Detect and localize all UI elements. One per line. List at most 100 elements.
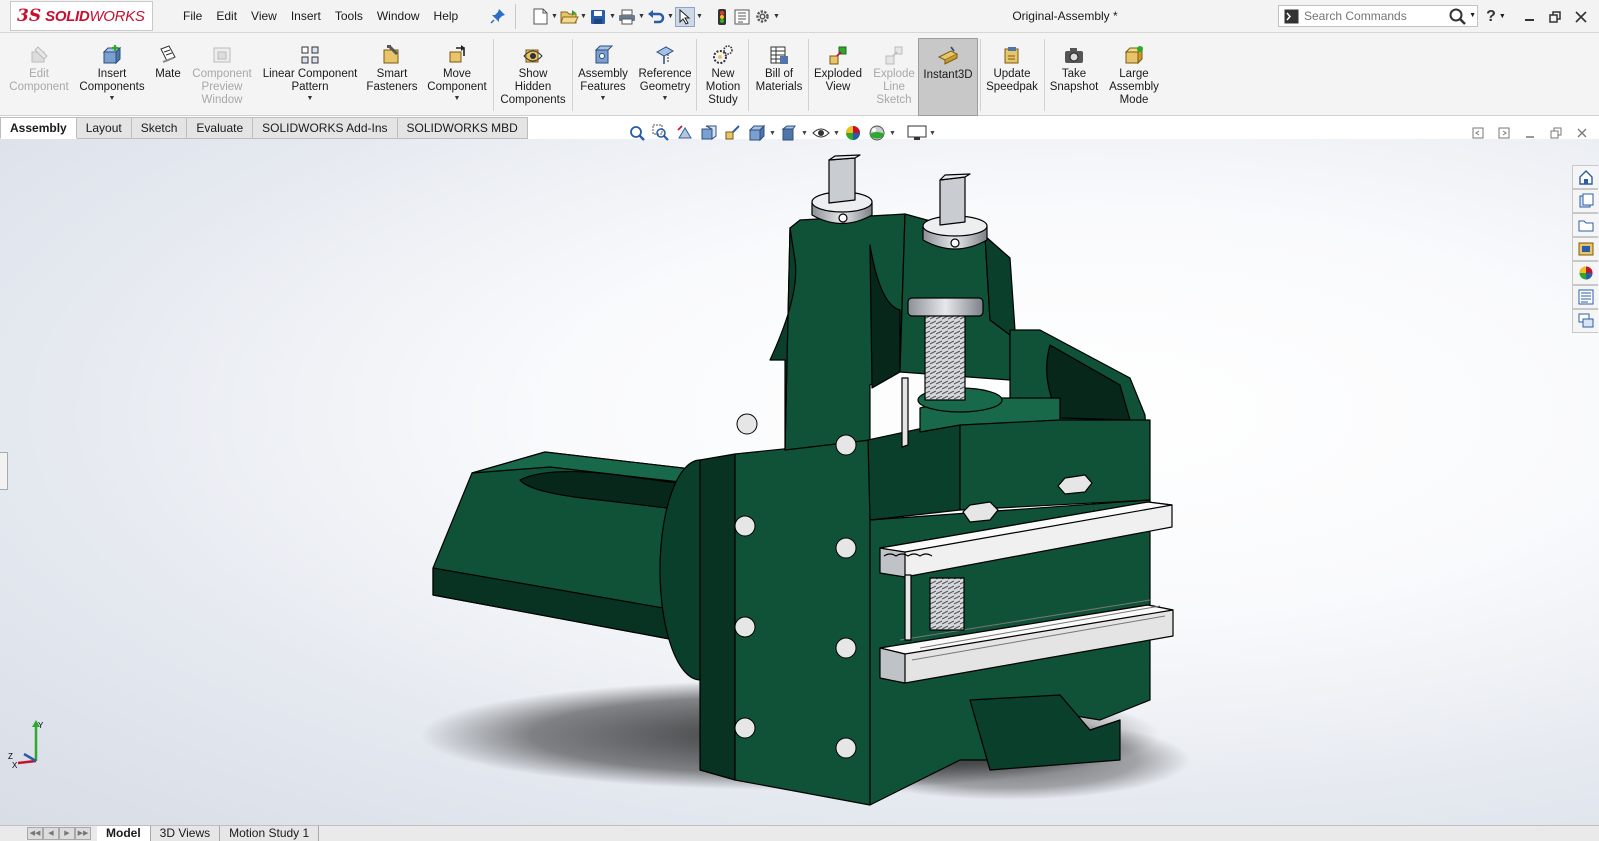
tab-model[interactable]: Model [97,825,151,841]
edit-appearance-icon[interactable] [841,122,865,144]
chevron-down-icon[interactable]: ▼ [662,95,669,102]
last-tab-icon[interactable]: ▶▶ [75,827,91,840]
tab-sketch[interactable]: Sketch [131,117,188,139]
zoom-to-fit-icon[interactable] [625,122,649,144]
search-input[interactable] [1304,7,1434,25]
feature-manager-toggle[interactable] [0,452,8,490]
chevron-down-icon[interactable]: ▼ [550,13,559,20]
chevron-down-icon[interactable]: ▼ [1469,12,1476,19]
vise-assembly-model[interactable] [0,139,1599,825]
menu-help[interactable]: Help [427,0,466,33]
update-speedpak-button[interactable]: Update Speedpak [982,33,1042,116]
select-arrow-icon[interactable] [675,6,695,27]
move-component-button[interactable]: Move Component ▼ [422,33,492,116]
custom-properties-icon[interactable] [1572,285,1598,309]
file-explorer-icon[interactable] [1572,213,1598,237]
gear-icon[interactable] [752,7,772,27]
zoom-to-area-icon[interactable] [649,122,673,144]
chevron-down-icon[interactable]: ▼ [833,130,841,137]
tab-evaluate[interactable]: Evaluate [187,117,254,139]
exploded-view-button[interactable]: Exploded View [810,33,866,116]
home-icon[interactable] [1572,165,1598,189]
search-commands-box[interactable]: ▼ [1278,5,1478,27]
tab-motion-study-1[interactable]: Motion Study 1 [220,825,320,841]
open-folder-icon[interactable] [559,7,579,27]
undo-icon[interactable] [646,7,666,27]
smart-fasteners-button[interactable]: Smart Fasteners [364,33,420,116]
viewport-minimize-icon[interactable] [1517,124,1543,142]
view-setting-icon[interactable] [905,122,929,144]
menu-view[interactable]: View [244,0,284,33]
save-icon[interactable] [588,7,608,27]
tab-3d-views[interactable]: 3D Views [150,825,221,841]
edit-component-button[interactable]: Edit Component [4,33,74,116]
pin-icon[interactable] [490,8,506,24]
hide-show-items-icon[interactable] [809,122,833,144]
chevron-down-icon[interactable]: ▼ [109,95,116,102]
tab-assembly[interactable]: Assembly [0,117,77,139]
instant3d-button[interactable]: Instant3D [918,38,978,116]
show-hidden-components-button[interactable]: Show Hidden Components [496,33,570,116]
insert-components-button[interactable]: Insert Components ▼ [76,33,148,116]
view-orientation-icon[interactable] [745,122,769,144]
menu-tools[interactable]: Tools [328,0,370,33]
reference-geometry-button[interactable]: Reference Geometry ▼ [633,33,697,116]
forum-icon[interactable] [1572,309,1598,333]
chevron-down-icon[interactable]: ▼ [307,95,314,102]
collapse-left-icon[interactable] [1465,124,1491,142]
menu-edit[interactable]: Edit [209,0,244,33]
menu-insert[interactable]: Insert [284,0,328,33]
close-icon[interactable] [1568,4,1594,29]
chevron-down-icon[interactable]: ▼ [666,13,675,20]
design-library-icon[interactable] [1572,189,1598,213]
chevron-down-icon[interactable]: ▼ [454,95,461,102]
search-icon[interactable] [1448,7,1467,26]
tab-solidworks-add-ins[interactable]: SOLIDWORKS Add-Ins [253,117,398,139]
dynamic-annotation-icon[interactable] [721,122,745,144]
next-tab-icon[interactable]: ▶ [59,827,75,840]
chevron-down-icon[interactable]: ▼ [608,13,617,20]
section-view-icon[interactable] [697,122,721,144]
take-snapshot-button[interactable]: Take Snapshot [1047,33,1101,116]
assembly-features-button[interactable]: Assembly Features ▼ [575,33,631,116]
apply-scene-icon[interactable] [865,122,889,144]
minimize-icon[interactable] [1516,4,1542,29]
restore-icon[interactable] [1542,4,1568,29]
explode-line-sketch-button[interactable]: Explode Line Sketch [868,33,920,116]
chevron-down-icon[interactable]: ▼ [889,130,897,137]
chevron-down-icon[interactable]: ▼ [579,13,588,20]
large-assembly-mode-button[interactable]: Large Assembly Mode [1103,33,1165,116]
viewport-restore-icon[interactable] [1543,124,1569,142]
component-preview-window-button[interactable]: Component Preview Window [188,33,256,116]
collapse-right-icon[interactable] [1491,124,1517,142]
chevron-down-icon[interactable]: ▼ [600,95,607,102]
menu-file[interactable]: File [176,0,209,33]
chevron-down-icon[interactable]: ▼ [929,130,937,137]
help-icon[interactable]: ? ▼ [1483,4,1509,29]
file-properties-icon[interactable] [732,7,752,27]
graphics-area[interactable]: Y Z X [0,139,1599,825]
display-style-icon[interactable] [777,122,801,144]
chevron-down-icon[interactable]: ▼ [772,13,781,20]
appearances-icon[interactable] [1572,261,1598,285]
new-motion-study-button[interactable]: New Motion Study [699,33,747,116]
mate-button[interactable]: Mate [150,33,186,116]
chevron-down-icon[interactable]: ▼ [695,13,704,20]
bill-of-materials-button[interactable]: Bill of Materials [751,33,807,116]
view-palette-icon[interactable] [1572,237,1598,261]
previous-view-icon[interactable] [673,122,697,144]
chevron-down-icon[interactable]: ▼ [637,13,646,20]
tab-layout[interactable]: Layout [76,117,132,139]
solidworks-logo[interactable]: 3S SOLIDWORKS [10,1,153,31]
menu-window[interactable]: Window [370,0,427,33]
chevron-down-icon[interactable]: ▼ [769,130,777,137]
rebuild-traffic-light-icon[interactable] [712,7,732,27]
first-tab-icon[interactable]: ◀◀ [27,827,43,840]
tab-solidworks-mbd[interactable]: SOLIDWORKS MBD [397,117,528,139]
chevron-down-icon[interactable]: ▼ [801,130,809,137]
previous-tab-icon[interactable]: ◀ [43,827,59,840]
viewport-close-icon[interactable] [1569,124,1595,142]
new-document-icon[interactable] [530,7,550,27]
linear-component-pattern-button[interactable]: Linear Component Pattern ▼ [258,33,362,116]
print-icon[interactable] [617,7,637,27]
